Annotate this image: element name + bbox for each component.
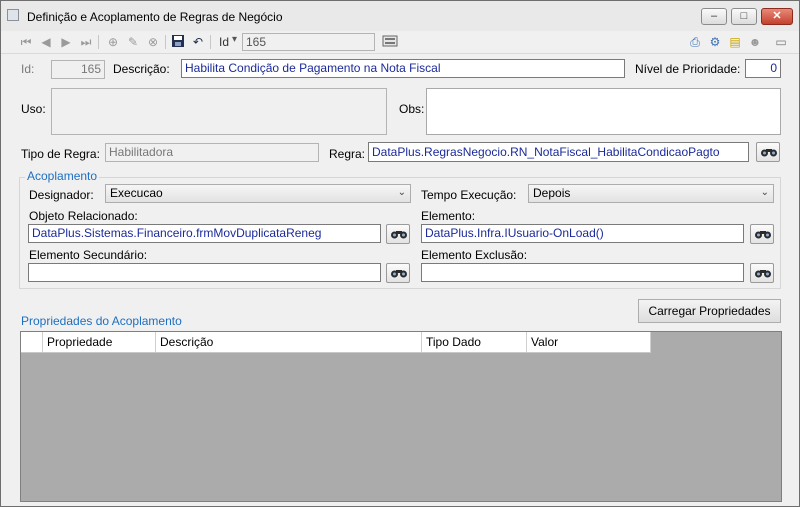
settings-icon[interactable]: ⚙ (707, 34, 723, 50)
id-field: 165 (51, 60, 105, 79)
designador-select[interactable]: Execucao ⌄ (105, 184, 411, 203)
tempo-execucao-value: Depois (533, 186, 571, 200)
acoplamento-legend: Acoplamento (25, 169, 100, 183)
binoculars-icon (755, 270, 771, 278)
toolbar-separator (165, 35, 166, 49)
minimize-button[interactable]: – (701, 8, 727, 25)
chevron-down-icon: ⌄ (760, 187, 769, 198)
prioridade-label: Nível de Prioridade: (635, 62, 741, 76)
tipo-regra-label: Tipo de Regra: (21, 147, 100, 161)
next-record-icon[interactable]: ▶ (58, 34, 74, 50)
elemento-exclusao-label: Elemento Exclusão: (421, 248, 528, 262)
elemento-label: Elemento: (421, 209, 476, 223)
objeto-relacionado-label: Objeto Relacionado: (29, 209, 138, 223)
regra-search-button[interactable] (756, 142, 780, 162)
title-bar: Definição e Acoplamento de Regras de Neg… (1, 1, 799, 31)
designador-value: Execucao (110, 186, 163, 200)
user-icon[interactable]: ☻ (747, 34, 763, 50)
grid-header: Propriedade Descrição Tipo Dado Valor (21, 332, 651, 353)
document-icon[interactable]: ▤ (727, 34, 743, 50)
descricao-input[interactable]: Habilita Condição de Pagamento na Nota F… (181, 59, 625, 78)
chevron-down-icon[interactable]: ▾ (232, 34, 237, 45)
tipo-regra-field: Habilitadora (105, 143, 319, 162)
first-record-icon[interactable]: ⏮ (18, 34, 34, 50)
window-title: Definição e Acoplamento de Regras de Neg… (27, 10, 283, 24)
binoculars-icon (755, 231, 771, 239)
toolbar-id-input[interactable]: 165 (242, 33, 375, 51)
column-propriedade[interactable]: Propriedade (43, 332, 156, 352)
chevron-down-icon: ⌄ (397, 187, 406, 198)
objeto-relacionado-search-button[interactable] (386, 224, 410, 244)
last-record-icon[interactable]: ⏭ (78, 34, 94, 50)
obs-label: Obs: (399, 102, 425, 116)
propriedades-title: Propriedades do Acoplamento (21, 314, 182, 328)
objeto-relacionado-input[interactable]: DataPlus.Sistemas.Financeiro.frmMovDupli… (28, 224, 381, 243)
elemento-search-button[interactable] (750, 224, 774, 244)
column-descricao[interactable]: Descrição (156, 332, 422, 352)
id-label: Id: (21, 62, 35, 76)
keyboard-icon[interactable] (382, 34, 398, 50)
close-button[interactable]: ✕ (761, 8, 793, 25)
carregar-propriedades-button[interactable]: Carregar Propriedades (638, 299, 781, 323)
designador-label: Designador: (29, 188, 94, 202)
descricao-label: Descrição: (113, 62, 170, 76)
tempo-execucao-select[interactable]: Depois ⌄ (528, 184, 774, 203)
exit-icon[interactable]: ▭ (773, 34, 789, 50)
undo-icon[interactable]: ↶ (190, 34, 206, 50)
prioridade-input[interactable]: 0 (745, 59, 781, 78)
column-tipo-dado[interactable]: Tipo Dado (422, 332, 527, 352)
toolbar-separator (210, 35, 211, 49)
save-icon[interactable] (170, 34, 186, 50)
binoculars-icon (761, 149, 777, 157)
toolbar-id-label: Id (219, 35, 230, 49)
uso-textarea[interactable] (51, 88, 387, 135)
tempo-execucao-label: Tempo Execução: (421, 188, 517, 202)
main-window: Definição e Acoplamento de Regras de Neg… (0, 0, 800, 507)
obs-textarea[interactable] (426, 88, 781, 135)
regra-input[interactable]: DataPlus.RegrasNegocio.RN_NotaFiscal_Hab… (368, 142, 749, 162)
elemento-secundario-label: Elemento Secundário: (29, 248, 148, 262)
new-record-icon[interactable]: ⊕ (105, 34, 121, 50)
elemento-secundario-input[interactable] (28, 263, 381, 282)
maximize-button[interactable]: □ (731, 8, 757, 25)
delete-record-icon[interactable]: ⊗ (145, 34, 161, 50)
elemento-exclusao-input[interactable] (421, 263, 744, 282)
column-valor[interactable]: Valor (527, 332, 651, 352)
print-icon[interactable]: ⎙ (687, 34, 703, 50)
binoculars-icon (391, 270, 407, 278)
toolbar: ⏮ ◀ ▶ ⏭ ⊕ ✎ ⊗ ↶ Id ▾ 165 ⎙ ⚙ ▤ ☻ ▭ (1, 31, 799, 54)
grid-row-header-corner (21, 332, 43, 352)
elemento-input[interactable]: DataPlus.Infra.IUsuario-OnLoad() (421, 224, 744, 243)
elemento-secundario-search-button[interactable] (386, 263, 410, 283)
elemento-exclusao-search-button[interactable] (750, 263, 774, 283)
app-icon (7, 9, 19, 21)
edit-record-icon[interactable]: ✎ (125, 34, 141, 50)
binoculars-icon (391, 231, 407, 239)
toolbar-separator (98, 35, 99, 49)
uso-label: Uso: (21, 102, 46, 116)
regra-label: Regra: (329, 147, 366, 161)
propriedades-grid[interactable]: Propriedade Descrição Tipo Dado Valor (20, 331, 782, 502)
previous-record-icon[interactable]: ◀ (38, 34, 54, 50)
